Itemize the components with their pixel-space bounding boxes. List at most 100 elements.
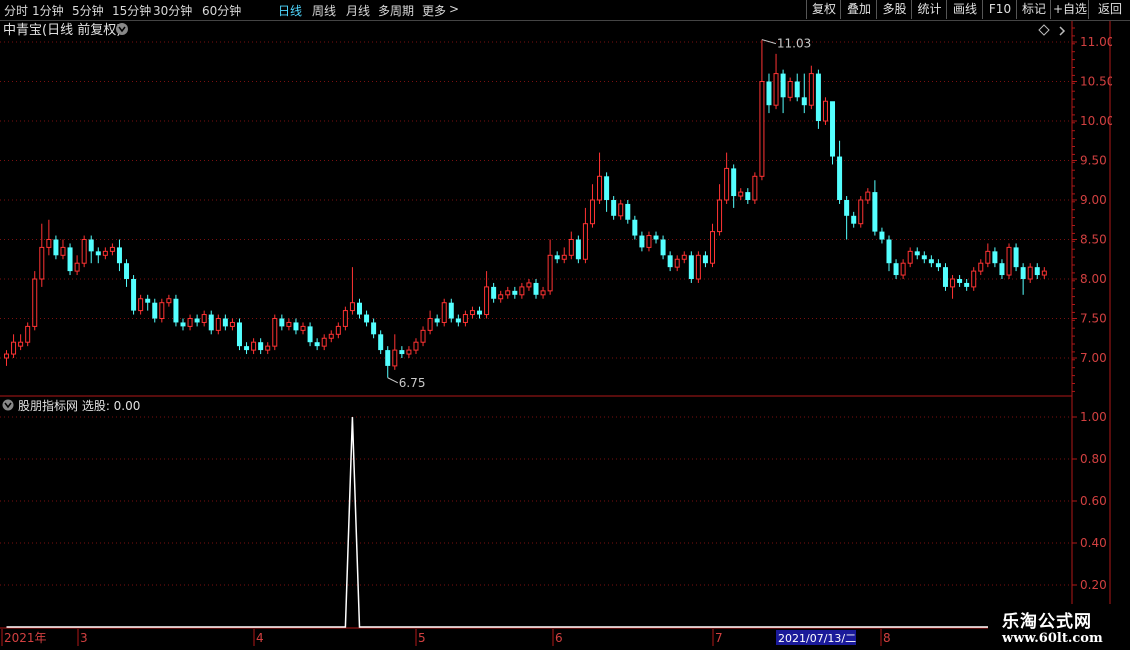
overlay-button[interactable]: 叠加 xyxy=(840,0,877,19)
candle-body xyxy=(921,255,927,260)
candle-body xyxy=(81,239,87,264)
candle-body xyxy=(815,73,821,121)
candle-body xyxy=(886,239,892,264)
date-axis-label: 6 xyxy=(555,631,563,645)
candle-body xyxy=(702,255,708,264)
candle-body xyxy=(420,329,426,343)
date-axis-label: 2021年 xyxy=(4,631,47,645)
candle-body xyxy=(399,350,405,355)
date-axis-label: 8 xyxy=(883,631,891,645)
multi-stock-button[interactable]: 多股 xyxy=(876,0,912,19)
candle-body xyxy=(1013,247,1019,268)
candle-body xyxy=(822,100,828,122)
candle-body xyxy=(32,278,38,327)
candle-body xyxy=(985,250,991,264)
candle-body xyxy=(159,302,165,320)
diamond-icon[interactable] xyxy=(1038,24,1050,36)
candle-body xyxy=(124,263,130,279)
candle-body xyxy=(992,251,998,264)
candle-body xyxy=(766,81,772,106)
candle-body xyxy=(879,231,885,240)
main-panel-menu-icon[interactable] xyxy=(116,23,128,35)
watermark: 乐淘公式网 www.60lt.com xyxy=(988,604,1130,650)
period-tab-60min[interactable]: 60分钟 xyxy=(202,2,241,19)
candle-body xyxy=(830,101,836,157)
add-watchlist-button[interactable]: +自选 xyxy=(1050,0,1089,19)
date-axis-label: 5 xyxy=(418,631,426,645)
candle-body xyxy=(1020,267,1026,279)
right-info-strip xyxy=(1112,21,1130,650)
f10-button[interactable]: F10 xyxy=(982,0,1017,19)
indicator-line xyxy=(6,416,1073,628)
candle-body xyxy=(597,175,603,201)
candle-body xyxy=(731,168,737,197)
candle-body xyxy=(222,318,228,327)
price-tick-label: 9.00 xyxy=(1080,193,1107,207)
candle-body xyxy=(413,341,419,351)
candle-body xyxy=(646,235,652,248)
candle-body xyxy=(808,73,814,106)
candle-body xyxy=(272,318,278,347)
period-tab-1min[interactable]: 1分钟 xyxy=(32,2,64,19)
candle-body xyxy=(653,235,659,240)
candle-body xyxy=(674,258,680,268)
candle-body xyxy=(4,353,9,359)
candle-body xyxy=(491,286,497,299)
candle-body xyxy=(173,298,179,323)
period-tab-multi[interactable]: 多周期 xyxy=(378,2,414,19)
candle-body xyxy=(639,235,645,248)
period-tab-30min[interactable]: 30分钟 xyxy=(153,2,192,19)
candle-body xyxy=(314,342,320,347)
restore-rights-button[interactable]: 复权 xyxy=(806,0,841,19)
period-tab-day[interactable]: 日线 xyxy=(278,2,302,19)
candle-body xyxy=(484,286,490,316)
candle-body xyxy=(865,191,871,201)
candle-body xyxy=(942,267,948,287)
statistics-button[interactable]: 统计 xyxy=(911,0,947,19)
candle-body xyxy=(286,321,292,327)
candle-body xyxy=(928,259,934,264)
candle-body xyxy=(95,251,101,256)
candle-body xyxy=(872,192,878,232)
period-tab-more[interactable]: 更多 xyxy=(422,2,446,19)
candle-body xyxy=(145,298,151,303)
candle-body xyxy=(1034,267,1040,276)
main-panel-title: 中青宝(日线 前复权) xyxy=(3,22,121,38)
indicator-menu-icon[interactable] xyxy=(2,399,14,411)
candle-body xyxy=(244,346,250,351)
period-tab-fenshi[interactable]: 分时 xyxy=(4,2,28,19)
period-tab-15min[interactable]: 15分钟 xyxy=(112,2,151,19)
chart-canvas[interactable]: 11.00 10.50 10.00 9.50 9.00 8.50 8.00 7.50 7.00 1… xyxy=(0,0,1130,650)
candle-body xyxy=(371,322,377,335)
candle-body xyxy=(561,254,567,260)
date-highlight-label: 2021/07/13/二 xyxy=(778,632,856,645)
mark-button[interactable]: 标记 xyxy=(1016,0,1051,19)
candle-body xyxy=(978,262,984,272)
candle-body xyxy=(441,302,447,323)
candle-body xyxy=(46,239,52,248)
back-button[interactable]: 返回 xyxy=(1088,0,1130,19)
candle-body xyxy=(265,345,271,351)
candle-body xyxy=(695,254,701,280)
candle-body xyxy=(229,321,235,327)
draw-line-button[interactable]: 画线 xyxy=(946,0,983,19)
period-tab-week[interactable]: 周线 xyxy=(312,2,336,19)
date-axis-label: 7 xyxy=(715,631,723,645)
period-tab-5min[interactable]: 5分钟 xyxy=(72,2,104,19)
date-axis-label: 3 xyxy=(80,631,88,645)
candle-body xyxy=(215,318,221,331)
candle-body xyxy=(1027,266,1033,280)
candle-body xyxy=(957,279,963,283)
candle-body xyxy=(604,176,610,200)
candle-body xyxy=(180,322,186,327)
candle-body xyxy=(477,310,483,315)
chevron-right-icon[interactable] xyxy=(1059,26,1066,36)
period-tab-month[interactable]: 月线 xyxy=(346,2,370,19)
watermark-title: 乐淘公式网 xyxy=(1002,612,1092,632)
candle-body xyxy=(505,290,511,296)
candle-body xyxy=(201,314,207,323)
candle-body xyxy=(208,314,214,331)
price-tick-label: 11.00 xyxy=(1080,35,1114,49)
candle-body xyxy=(526,282,532,288)
candle-body xyxy=(780,73,786,98)
